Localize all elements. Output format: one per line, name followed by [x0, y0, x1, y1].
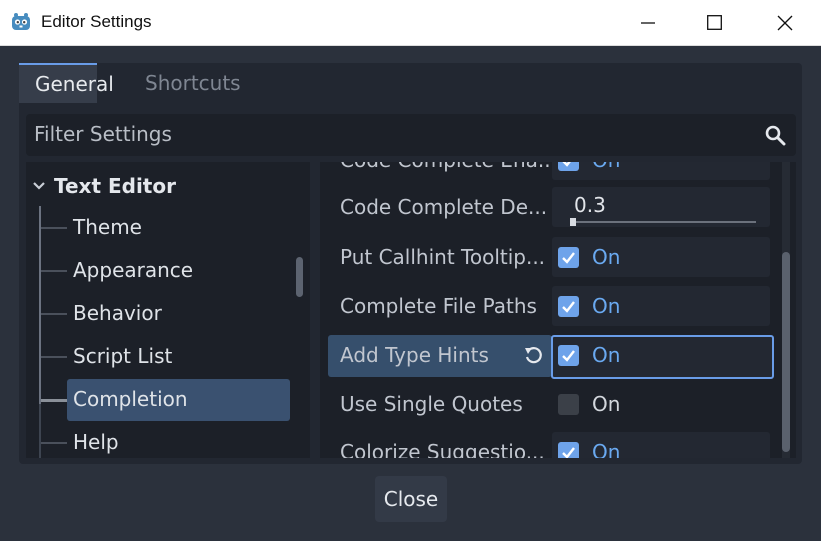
filter-settings-input[interactable]: Filter Settings [26, 114, 796, 156]
filter-placeholder: Filter Settings [34, 122, 172, 146]
property-name: Code Complete De... [340, 195, 548, 219]
search-icon [765, 125, 786, 146]
property-row: Code Complete Ena... On [320, 162, 796, 182]
checkmark-icon [562, 301, 575, 313]
slider-track[interactable] [570, 221, 756, 223]
property-value: On [592, 245, 621, 269]
property-value: On [592, 343, 621, 367]
property-list: Code Complete Ena... On Code Complete De… [320, 162, 796, 458]
maximize-button[interactable] [691, 0, 737, 45]
property-value: On [592, 294, 621, 318]
property-row: Complete File Paths On [320, 284, 796, 328]
category-tree: Text Editor Theme Appearance Behavior Sc… [26, 162, 310, 458]
checkbox[interactable] [558, 296, 579, 317]
tree-item-theme[interactable]: Theme [26, 207, 310, 249]
checkbox[interactable] [558, 247, 579, 268]
property-name: Put Callhint Tooltip... [340, 245, 546, 269]
minimize-button[interactable] [625, 0, 671, 45]
tree-connector [41, 442, 67, 444]
tree-item-label: Completion [73, 387, 188, 411]
tab-general[interactable]: General [19, 63, 114, 103]
tree-item-behavior[interactable]: Behavior [26, 293, 310, 335]
tab-shortcuts[interactable]: Shortcuts [129, 63, 257, 103]
tree-connector [41, 399, 67, 402]
property-value-box [552, 162, 770, 180]
property-value-box-focused [551, 335, 774, 379]
property-row: Use Single Quotes On [320, 382, 796, 426]
close-icon [777, 15, 793, 30]
close-button[interactable]: Close [375, 476, 447, 522]
property-name: Code Complete Ena... [340, 162, 557, 172]
tree-section-text-editor[interactable]: Text Editor [32, 174, 176, 198]
slider-value[interactable]: 0.3 [574, 193, 606, 217]
title-bar: Editor Settings [0, 0, 821, 46]
tree-item-help[interactable]: Help [26, 422, 310, 458]
godot-icon [12, 13, 30, 30]
close-window-button[interactable] [762, 0, 808, 45]
tree-scrollbar[interactable] [296, 257, 303, 297]
property-value-box [552, 286, 770, 326]
minimize-icon [641, 21, 655, 24]
tree-item-appearance[interactable]: Appearance [26, 250, 310, 292]
tree-connector [41, 313, 67, 315]
slider-grabber[interactable] [570, 218, 576, 226]
property-value-box [552, 237, 770, 277]
revert-icon[interactable] [523, 345, 543, 365]
chevron-down-icon [33, 182, 45, 190]
property-row-selected: Add Type Hints On [320, 335, 796, 379]
checkbox[interactable] [558, 442, 579, 458]
property-value-box [552, 432, 770, 458]
property-row: Code Complete De... 0.3 [320, 185, 796, 229]
tree-item-completion[interactable]: Completion [26, 379, 310, 421]
tree-item-label: Behavior [73, 301, 162, 325]
tree-item-label: Theme [73, 215, 142, 239]
tab-bar: General Shortcuts [19, 63, 802, 103]
tree-item-label: Script List [73, 344, 173, 368]
window-title: Editor Settings [41, 12, 152, 31]
checkmark-icon [562, 350, 575, 362]
property-name: Use Single Quotes [340, 392, 523, 416]
property-name: Colorize Suggestio... [340, 440, 545, 458]
property-name: Add Type Hints [340, 343, 489, 367]
checkmark-icon [562, 447, 575, 458]
property-name: Complete File Paths [340, 294, 537, 318]
checkmark-icon [562, 162, 571, 167]
property-value: On [592, 162, 620, 172]
tree-connector [41, 356, 67, 358]
checkbox[interactable] [558, 345, 579, 366]
checkbox[interactable] [558, 162, 579, 171]
tree-item-script-list[interactable]: Script List [26, 336, 310, 378]
maximize-icon [706, 15, 722, 30]
checkbox[interactable] [558, 394, 579, 415]
property-value: On [592, 392, 621, 416]
property-row: Put Callhint Tooltip... On [320, 235, 796, 279]
tree-item-label: Appearance [73, 258, 194, 282]
property-row: Colorize Suggestio... On [320, 430, 796, 458]
tree-section-label: Text Editor [54, 174, 176, 198]
checkmark-icon [562, 252, 575, 264]
tree-item-label: Help [73, 430, 119, 454]
tree-connector [41, 270, 67, 272]
property-value: On [592, 440, 621, 458]
tree-connector [41, 227, 67, 229]
